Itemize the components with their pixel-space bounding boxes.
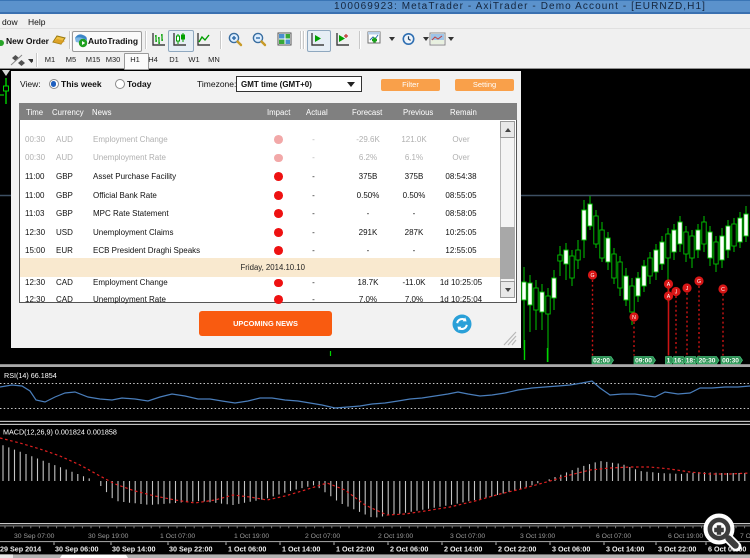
svg-text:30 Sep 07:00: 30 Sep 07:00 bbox=[14, 533, 55, 540]
svg-text:1: 1 bbox=[667, 358, 671, 365]
svg-text:3 Oct 07:00: 3 Oct 07:00 bbox=[450, 533, 485, 540]
svg-text:18:: 18: bbox=[686, 358, 696, 365]
svg-text:2 Oct 19:00: 2 Oct 19:00 bbox=[378, 533, 413, 540]
svg-text:J: J bbox=[686, 286, 689, 292]
svg-text:09:00: 09:00 bbox=[635, 358, 652, 365]
svg-text:30 Sep 06:00: 30 Sep 06:00 bbox=[55, 545, 99, 554]
svg-text:2 Oct 14:00: 2 Oct 14:00 bbox=[444, 545, 482, 554]
svg-text:3 Oct 22:00: 3 Oct 22:00 bbox=[658, 545, 696, 554]
svg-text:A: A bbox=[667, 282, 671, 288]
svg-text:1 Oct 22:00: 1 Oct 22:00 bbox=[336, 545, 374, 554]
svg-text:3 Oct 19:00: 3 Oct 19:00 bbox=[520, 533, 555, 540]
svg-text:6 Oct 19:00: 6 Oct 19:00 bbox=[668, 533, 703, 540]
svg-text:29 Sep 2014: 29 Sep 2014 bbox=[0, 545, 41, 554]
svg-text:2 Oct 06:00: 2 Oct 06:00 bbox=[390, 545, 428, 554]
svg-text:30 Sep 19:00: 30 Sep 19:00 bbox=[88, 533, 129, 540]
svg-text:20:30: 20:30 bbox=[699, 358, 716, 365]
svg-text:6 Oct 07:00: 6 Oct 07:00 bbox=[596, 533, 631, 540]
svg-text:J: J bbox=[675, 289, 678, 295]
svg-text:1 Oct 06:00: 1 Oct 06:00 bbox=[228, 545, 266, 554]
svg-text:2 Oct 07:00: 2 Oct 07:00 bbox=[305, 533, 340, 540]
svg-text:30 Sep 14:00: 30 Sep 14:00 bbox=[112, 545, 156, 554]
svg-text:3 Oct 06:00: 3 Oct 06:00 bbox=[552, 545, 590, 554]
svg-text:G: G bbox=[590, 273, 594, 279]
svg-text:MACD(12,26,9) 0.001824 0.00185: MACD(12,26,9) 0.001824 0.001858 bbox=[3, 428, 117, 437]
svg-text:30 Sep 22:00: 30 Sep 22:00 bbox=[169, 545, 213, 554]
svg-text:N: N bbox=[632, 315, 636, 321]
svg-text:RSI(14) 66.1854: RSI(14) 66.1854 bbox=[4, 371, 57, 380]
svg-text:G: G bbox=[697, 279, 701, 285]
svg-text:02:00: 02:00 bbox=[593, 358, 610, 365]
svg-text:7 Oct: 7 Oct bbox=[740, 533, 750, 540]
svg-text:1 Oct 19:00: 1 Oct 19:00 bbox=[234, 533, 269, 540]
svg-text:1 Oct 07:00: 1 Oct 07:00 bbox=[160, 533, 195, 540]
svg-text:C: C bbox=[721, 287, 725, 293]
svg-text:2 Oct 22:00: 2 Oct 22:00 bbox=[498, 545, 536, 554]
svg-text:3 Oct 14:00: 3 Oct 14:00 bbox=[606, 545, 644, 554]
svg-text:1 Oct 14:00: 1 Oct 14:00 bbox=[282, 545, 320, 554]
svg-text:16:: 16: bbox=[674, 358, 684, 365]
svg-text:00:30: 00:30 bbox=[722, 358, 739, 365]
svg-text:A: A bbox=[667, 294, 671, 300]
